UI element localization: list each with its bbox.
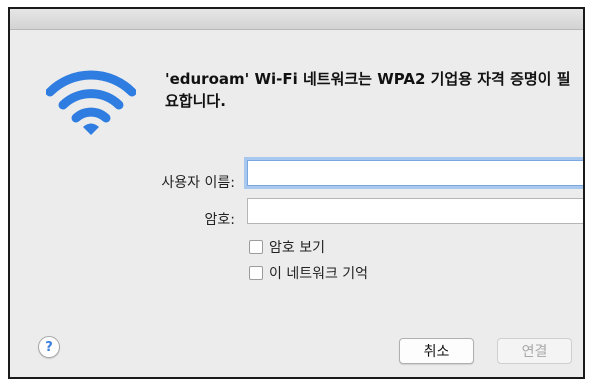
help-button[interactable]: ? xyxy=(38,336,60,358)
remember-network-checkbox[interactable] xyxy=(249,266,263,280)
show-password-option[interactable]: 암호 보기 xyxy=(249,237,325,257)
username-input[interactable] xyxy=(247,160,583,186)
password-input[interactable] xyxy=(247,198,583,224)
cancel-button[interactable]: 취소 xyxy=(399,338,474,364)
username-label: 사용자 이름: xyxy=(161,175,235,191)
wifi-icon xyxy=(46,70,136,135)
show-password-checkbox[interactable] xyxy=(249,240,263,254)
wifi-login-dialog: 'eduroam' Wi-Fi 네트워크는 WPA2 기업용 자격 증명이 필요… xyxy=(8,7,585,379)
remember-network-label: 이 네트워크 기억 xyxy=(269,266,369,282)
dialog-message: 'eduroam' Wi-Fi 네트워크는 WPA2 기업용 자격 증명이 필요… xyxy=(165,70,571,110)
remember-network-option[interactable]: 이 네트워크 기억 xyxy=(249,263,368,283)
show-password-label: 암호 보기 xyxy=(269,240,325,256)
title-bar[interactable] xyxy=(10,9,583,30)
connect-button[interactable]: 연결 xyxy=(497,338,572,364)
password-label: 암호: xyxy=(204,212,235,228)
